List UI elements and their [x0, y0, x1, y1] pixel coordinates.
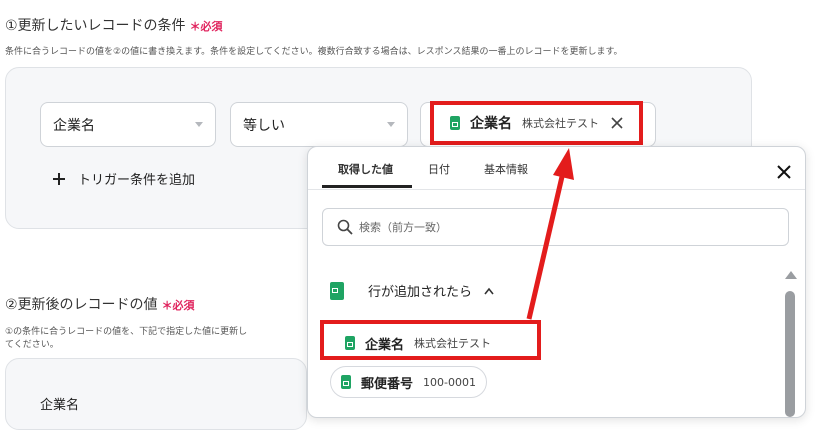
tab-basic-info[interactable]: 基本情報 [484, 161, 528, 177]
chevron-down-icon [195, 122, 203, 127]
operator-select-value: 等しい [243, 117, 285, 134]
section1-title: ①更新したいレコードの条件 ＊必須 [5, 15, 223, 35]
trigger-group-label: 行が追加されたら [368, 285, 473, 300]
close-popup-icon[interactable] [776, 164, 792, 180]
section1-description: 条件に合うレコードの値を②の値に書き換えます。条件を設定してください。複数行合致… [5, 47, 623, 57]
section2-description-line1: ①の条件に合うレコードの値を、下記で指定した値に更新し [5, 327, 248, 337]
highlight-box-value-chip [430, 101, 643, 145]
active-tab-indicator [322, 185, 412, 188]
section2-description-line2: てください。 [5, 340, 59, 350]
search-icon [337, 219, 353, 235]
google-sheets-icon [341, 375, 351, 389]
value-picker-popup: 取得した値 日付 基本情報 検索（前方一致） 行が追加されたら 企業名 株式会社… [307, 146, 806, 418]
trigger-group-header[interactable]: 行が追加されたら [330, 281, 494, 300]
update-field-label: 企業名 [40, 398, 80, 413]
field-select-value: 企業名 [53, 117, 95, 134]
operator-select[interactable]: 等しい [230, 102, 408, 147]
search-input[interactable]: 検索（前方一致） [322, 208, 789, 246]
scroll-up-arrow-icon[interactable] [784, 269, 798, 281]
section2-title: ②更新後のレコードの値 ＊必須 [5, 294, 195, 314]
tab-divider [308, 189, 805, 190]
required-badge: ＊必須 [161, 299, 195, 312]
tab-acquired-values[interactable]: 取得した値 [338, 161, 393, 177]
tab-date[interactable]: 日付 [428, 161, 450, 177]
google-sheets-icon [330, 281, 344, 300]
highlight-box-list-item [320, 320, 541, 360]
search-placeholder: 検索（前方一致） [359, 221, 447, 234]
list-item-postal-code[interactable]: 郵便番号 100-0001 [330, 366, 487, 398]
list-item-label: 郵便番号 [361, 376, 414, 392]
chevron-down-icon [387, 122, 395, 127]
section2-title-text: ②更新後のレコードの値 [5, 297, 158, 313]
chevron-up-icon [484, 287, 494, 294]
field-select[interactable]: 企業名 [40, 102, 216, 147]
add-trigger-label: トリガー条件を追加 [78, 173, 196, 188]
scrollbar-thumb[interactable] [785, 291, 795, 417]
add-trigger-button[interactable]: トリガー条件を追加 [52, 169, 195, 188]
plus-icon [53, 172, 65, 185]
list-item-value: 100-0001 [423, 375, 476, 389]
required-badge: ＊必須 [189, 20, 223, 33]
section1-title-text: ①更新したいレコードの条件 [5, 18, 186, 34]
